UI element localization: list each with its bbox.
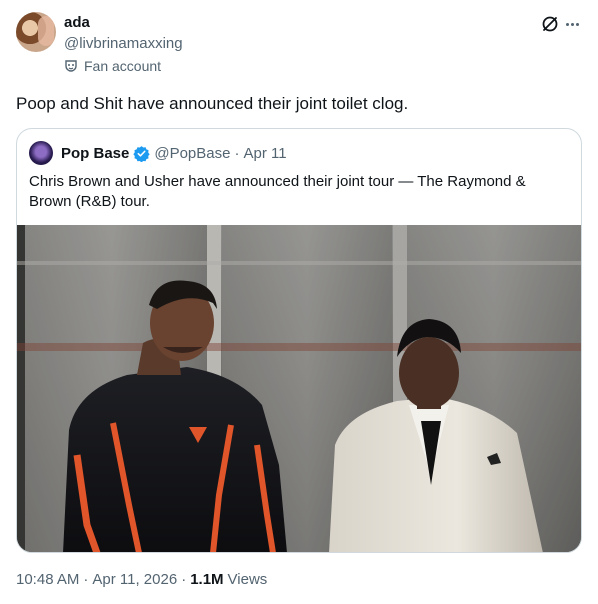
quote-header: Pop Base @PopBase · Apr 11 [29, 141, 287, 165]
account-label: Fan account [64, 58, 161, 74]
tweet-meta: 10:48 AM · Apr 11, 2026 · 1.1M Views [16, 571, 267, 588]
account-label-text: Fan account [84, 58, 162, 74]
author-display-name[interactable]: ada [64, 14, 90, 31]
meta-separator-2: · [181, 571, 187, 588]
tweet-date[interactable]: Apr 11, 2026 [92, 571, 177, 588]
quote-handle[interactable]: @PopBase [154, 145, 230, 162]
quote-separator: · [234, 144, 240, 162]
quoted-tweet[interactable]: Pop Base @PopBase · Apr 11 Chris Brown a… [16, 128, 582, 553]
quote-text: Chris Brown and Usher have announced the… [29, 173, 526, 210]
verified-badge-icon [133, 145, 151, 162]
mask-icon [65, 60, 77, 72]
views-count[interactable]: 1.1M [190, 571, 223, 588]
more-options-icon[interactable] [562, 14, 582, 34]
meta-separator: · [83, 571, 89, 588]
tweet-header: ada @livbrinamaxxing Fan account [16, 12, 582, 82]
tweet-text: Poop and Shit have announced their joint… [16, 94, 409, 113]
quote-display-name[interactable]: Pop Base [61, 145, 129, 162]
video-still-illustration [17, 225, 581, 552]
grok-icon[interactable] [540, 14, 560, 34]
quote-date[interactable]: Apr 11 [243, 145, 286, 162]
quote-avatar[interactable] [29, 141, 53, 165]
author-handle[interactable]: @livbrinamaxxing [64, 35, 183, 52]
views-label: Views [227, 571, 268, 588]
tweet-time[interactable]: 10:48 AM [16, 571, 79, 588]
quote-media-image[interactable] [17, 225, 581, 552]
author-avatar[interactable] [16, 12, 56, 52]
